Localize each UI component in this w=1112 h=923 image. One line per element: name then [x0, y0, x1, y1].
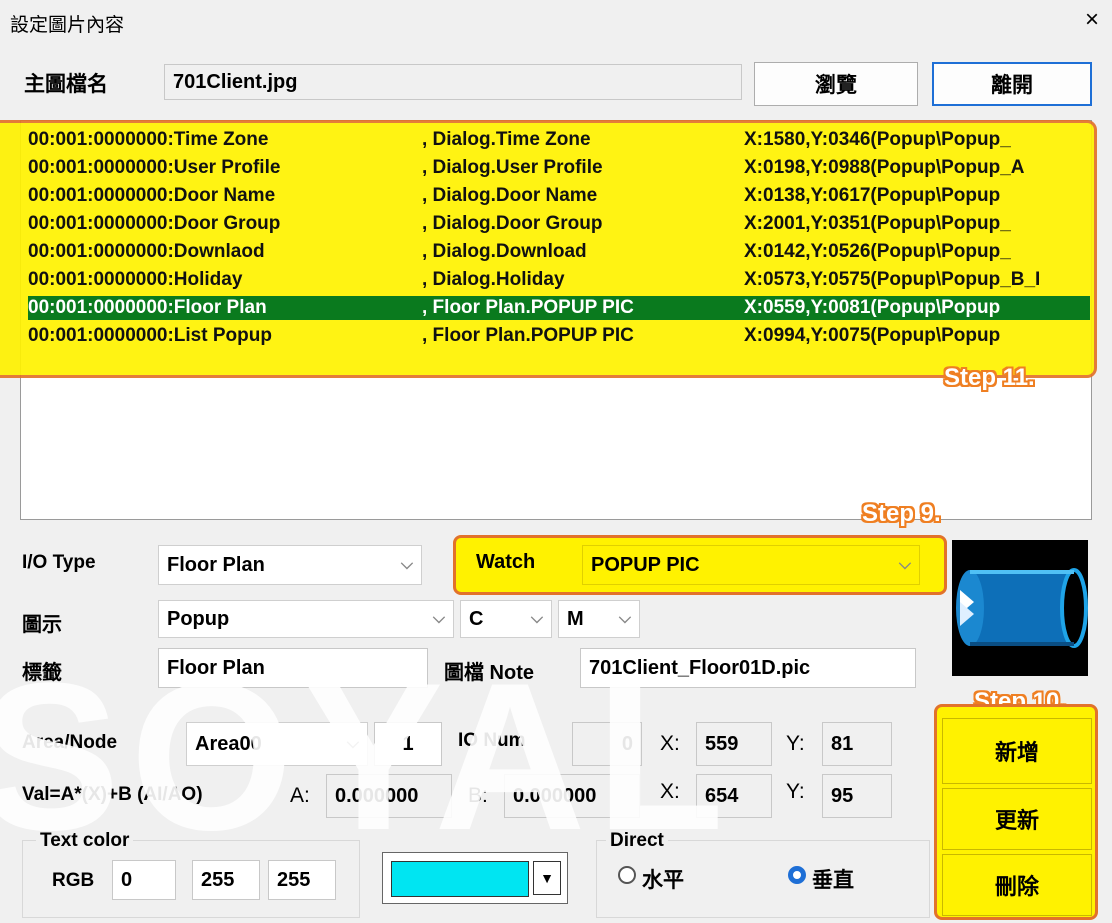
dropdown-arrow-icon[interactable]: ▼: [533, 861, 561, 895]
io-type-value: Floor Plan: [167, 553, 265, 576]
direct-label: Direct: [606, 830, 668, 852]
b-input-color[interactable]: 255: [268, 860, 336, 900]
node-input[interactable]: 1: [374, 722, 442, 766]
radio-horizontal-icon[interactable]: [618, 866, 636, 884]
tag-label: 標籤: [22, 662, 62, 684]
a-label: A:: [290, 784, 310, 807]
x2-input[interactable]: 654: [696, 774, 772, 818]
window-title: 設定圖片內容: [10, 15, 125, 36]
cylinder-icon: [956, 568, 1088, 648]
color-picker[interactable]: ▼: [382, 852, 568, 904]
exit-button[interactable]: 離開: [932, 62, 1092, 106]
note-label: 圖檔 Note: [444, 662, 534, 684]
radio-vertical-icon[interactable]: [788, 866, 806, 884]
io-num-label: IO Num: [458, 730, 526, 751]
area-node-label: Area/Node: [22, 732, 118, 753]
chevron-down-icon: ⌵: [432, 610, 445, 627]
note-input[interactable]: 701Client_Floor01D.pic: [580, 648, 916, 688]
val-formula-label: Val=A*(X)+B (AI/AO): [22, 784, 203, 805]
chevron-down-icon: ⌵: [346, 735, 359, 752]
icon-select[interactable]: Popup ⌵: [158, 600, 454, 638]
r-input[interactable]: 0: [112, 860, 176, 900]
main-image-label: 主圖檔名: [24, 73, 108, 96]
area-select[interactable]: Area00 ⌵: [186, 722, 368, 766]
step11-highlight: [0, 120, 1097, 378]
watch-label: Watch: [476, 551, 536, 573]
vertical-label: 垂直: [812, 869, 854, 892]
chevron-down-icon: ⌵: [618, 610, 631, 627]
y2-label: Y:: [786, 780, 805, 803]
x1-input[interactable]: 559: [696, 722, 772, 766]
tag-input[interactable]: Floor Plan: [158, 648, 428, 688]
icon-value: Popup: [167, 607, 230, 630]
a-input[interactable]: 0.000000: [326, 774, 452, 818]
delete-button[interactable]: 刪除: [942, 854, 1092, 916]
io-type-select[interactable]: Floor Plan ⌵: [158, 545, 422, 585]
text-color-label: Text color: [36, 830, 134, 852]
title-bar: [0, 0, 1112, 44]
add-button[interactable]: 新增: [942, 718, 1092, 784]
step9-label: Step 9.: [862, 500, 941, 527]
main-image-field[interactable]: 701Client.jpg: [164, 64, 742, 100]
g-input[interactable]: 255: [192, 860, 260, 900]
area-value: Area00: [195, 732, 262, 755]
icon-preview: [952, 540, 1088, 676]
c-select[interactable]: C ⌵: [460, 600, 552, 638]
c-value: C: [469, 607, 484, 630]
chevron-down-icon: ⌵: [530, 610, 543, 627]
m-value: M: [567, 607, 584, 630]
x1-label: X:: [660, 732, 680, 755]
color-swatch: [391, 861, 529, 897]
horizontal-label: 水平: [642, 869, 684, 892]
io-type-label: I/O Type: [22, 552, 96, 573]
watch-value: POPUP PIC: [591, 553, 700, 576]
chevron-down-icon: ⌵: [898, 556, 911, 573]
y1-label: Y:: [786, 732, 805, 755]
close-icon[interactable]: ×: [1085, 6, 1099, 34]
x2-label: X:: [660, 780, 680, 803]
b-label: B:: [468, 784, 488, 807]
rgb-label: RGB: [52, 870, 95, 891]
step11-label: Step 11.: [944, 364, 1035, 391]
y2-input[interactable]: 95: [822, 774, 892, 818]
update-button[interactable]: 更新: [942, 788, 1092, 850]
icon-label: 圖示: [22, 614, 62, 636]
io-num-input[interactable]: 0: [572, 722, 642, 766]
watch-select[interactable]: POPUP PIC ⌵: [582, 545, 920, 585]
m-select[interactable]: M ⌵: [558, 600, 640, 638]
browse-button[interactable]: 瀏覽: [754, 62, 918, 106]
chevron-down-icon: ⌵: [400, 556, 413, 573]
b-input[interactable]: 0.000000: [504, 774, 640, 818]
y1-input[interactable]: 81: [822, 722, 892, 766]
